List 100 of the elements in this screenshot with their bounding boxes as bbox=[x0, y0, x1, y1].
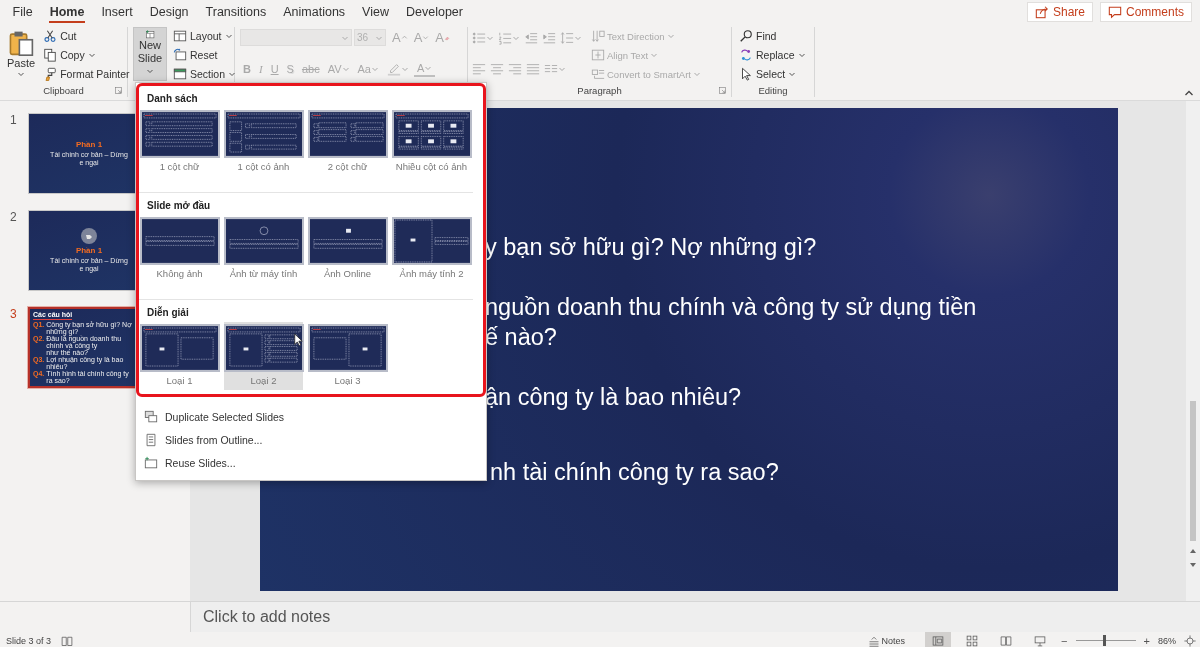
replace-button[interactable]: Replace bbox=[737, 46, 808, 64]
slide-number: 3 bbox=[9, 307, 18, 321]
zoom-out-button[interactable]: − bbox=[1061, 634, 1068, 647]
copy-button[interactable]: Copy bbox=[41, 46, 132, 64]
notes-field[interactable]: Click to add notes bbox=[190, 602, 1200, 632]
line-spacing-icon bbox=[560, 30, 574, 45]
paste-button[interactable]: Paste bbox=[5, 27, 38, 80]
paintbrush-icon bbox=[43, 67, 58, 81]
normal-view-icon bbox=[932, 634, 945, 647]
gallery-section-title: Slide mở đầu bbox=[146, 199, 212, 213]
slide-text: nh tài chính công ty ra sao? bbox=[490, 458, 779, 487]
align-left-icon bbox=[472, 61, 486, 76]
group-label: Paragraph bbox=[577, 84, 622, 96]
layout-option[interactable]: 2 cột chữ bbox=[308, 108, 387, 176]
caret-icon bbox=[797, 51, 806, 59]
caret-icon bbox=[788, 70, 797, 78]
align-text-icon bbox=[591, 48, 605, 62]
caret-icon bbox=[400, 34, 408, 41]
caret-icon bbox=[692, 70, 701, 78]
caret-icon bbox=[666, 32, 675, 40]
layout-option[interactable]: Ảnh Online bbox=[308, 215, 387, 283]
dialog-launcher-icon[interactable] bbox=[114, 86, 123, 95]
ribbon-tab[interactable]: Insert bbox=[92, 0, 142, 24]
ribbon-tab[interactable]: Home bbox=[41, 0, 93, 24]
ribbon-tab[interactable]: View bbox=[353, 0, 398, 24]
layout-option[interactable]: Nhiều cột có ảnh bbox=[392, 108, 471, 176]
scrollbar-thumb[interactable] bbox=[1190, 401, 1196, 541]
replace-icon bbox=[739, 48, 753, 62]
slide-text: ận công ty là bao nhiêu? bbox=[485, 383, 742, 412]
slide-number: 1 bbox=[9, 113, 18, 127]
select-button[interactable]: Select bbox=[737, 65, 808, 83]
layout-option[interactable]: Loại 3 bbox=[308, 322, 387, 390]
notes-button[interactable]: Notes bbox=[867, 634, 906, 647]
section-icon bbox=[173, 67, 187, 81]
slideshow-icon bbox=[1034, 634, 1047, 647]
caret-icon bbox=[422, 34, 430, 41]
caret-icon bbox=[650, 51, 658, 59]
fit-to-window-icon[interactable] bbox=[1184, 634, 1196, 647]
ribbon-tab[interactable]: File bbox=[4, 0, 42, 24]
search-icon bbox=[739, 29, 753, 43]
zoom-level[interactable]: 86% bbox=[1158, 635, 1176, 646]
round-emblem-icon bbox=[81, 228, 97, 244]
collapse-ribbon-icon[interactable] bbox=[1184, 88, 1194, 98]
reuse-slides-icon bbox=[144, 455, 158, 470]
layout-button[interactable]: Layout bbox=[171, 27, 239, 45]
reset-button[interactable]: Reset bbox=[171, 46, 239, 64]
caret-icon bbox=[224, 32, 233, 40]
smartart-icon bbox=[591, 67, 605, 81]
share-button[interactable]: Share bbox=[1026, 2, 1093, 22]
book-icon[interactable] bbox=[61, 634, 74, 647]
align-right-icon bbox=[508, 61, 522, 76]
slide-number: 2 bbox=[9, 210, 18, 224]
zoom-in-button[interactable]: + bbox=[1143, 634, 1150, 647]
ribbon-tab[interactable]: Developer bbox=[397, 0, 472, 24]
align-center-icon bbox=[490, 61, 504, 76]
gallery-section-title: Danh sách bbox=[146, 92, 199, 106]
slide-counter: Slide 3 of 3 bbox=[6, 635, 52, 646]
caret-icon bbox=[87, 51, 96, 59]
share-icon bbox=[1034, 5, 1049, 19]
ribbon-tab[interactable]: Animations bbox=[274, 0, 354, 24]
caret-icon bbox=[146, 67, 154, 75]
gallery-section-title: Diễn giải bbox=[146, 305, 190, 320]
cut-button[interactable]: Cut bbox=[41, 27, 132, 45]
painter-button[interactable]: Format Painter bbox=[41, 65, 132, 83]
caret-icon bbox=[228, 70, 237, 78]
layout-option[interactable]: Loại 2 bbox=[224, 322, 303, 390]
notes-icon bbox=[867, 634, 880, 647]
ribbon-tab[interactable]: Transitions bbox=[197, 0, 275, 24]
find-button[interactable]: Find bbox=[737, 27, 808, 45]
reset-icon bbox=[173, 48, 187, 62]
scissors-icon bbox=[43, 29, 58, 43]
comments-button[interactable]: Comments bbox=[1100, 2, 1192, 22]
group-label: Clipboard bbox=[43, 84, 84, 96]
layout-option[interactable]: Ảnh máy tính 2 bbox=[392, 215, 471, 283]
thumbnail-title: Phần 1 bbox=[75, 140, 103, 149]
thumbnail-title: Phần 1 bbox=[75, 246, 103, 255]
document-icon bbox=[144, 432, 158, 447]
reading-view-icon bbox=[1000, 634, 1013, 647]
normal-view-button[interactable] bbox=[925, 632, 952, 647]
layout-icon bbox=[173, 29, 187, 43]
text-direction-icon bbox=[591, 29, 605, 43]
group-label: Editing bbox=[758, 84, 788, 96]
ribbon-tab[interactable]: Design bbox=[141, 0, 198, 24]
justify-icon bbox=[526, 61, 540, 76]
decrease-indent-icon bbox=[524, 30, 538, 45]
scroll-up-icon[interactable] bbox=[1189, 547, 1197, 555]
caret-icon bbox=[17, 70, 26, 78]
eraser-icon bbox=[444, 34, 451, 41]
bullet-list-icon bbox=[472, 30, 486, 45]
mouse-pointer-icon bbox=[294, 333, 303, 347]
comment-icon bbox=[1108, 5, 1122, 19]
slide-sorter-icon bbox=[966, 634, 979, 647]
increase-indent-icon bbox=[542, 30, 556, 45]
numbered-list-icon bbox=[498, 30, 512, 45]
zoom-slider-thumb[interactable] bbox=[1102, 635, 1106, 646]
cursor-arrow-icon bbox=[739, 67, 753, 81]
scroll-down-icon[interactable] bbox=[1189, 561, 1197, 569]
duplicate-slides-icon bbox=[144, 409, 158, 424]
new-slide-button[interactable]: New Slide bbox=[133, 27, 167, 81]
highlighter-icon bbox=[387, 61, 401, 76]
